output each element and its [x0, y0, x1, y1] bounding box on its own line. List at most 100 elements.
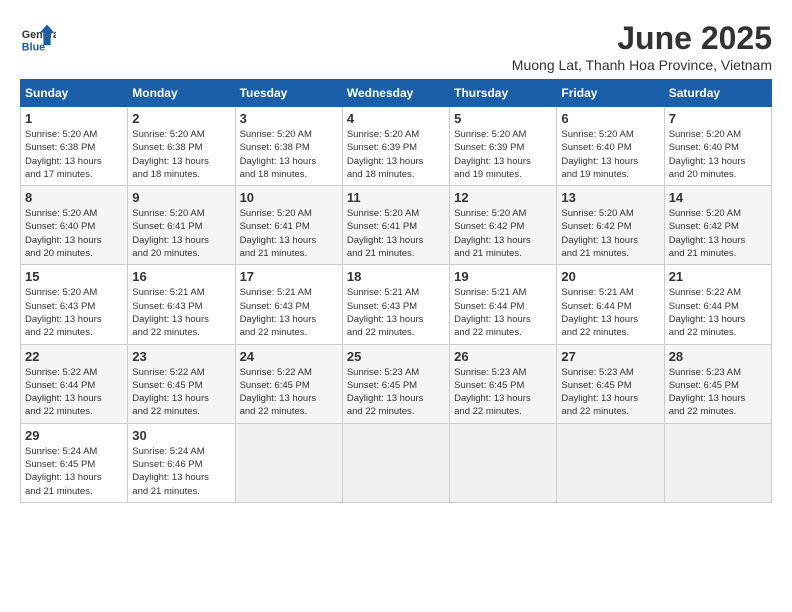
week-row-1: 1 Sunrise: 5:20 AM Sunset: 6:38 PM Daylig… — [21, 107, 772, 186]
calendar-table: SundayMondayTuesdayWednesdayThursdayFrid… — [20, 79, 772, 503]
day-number: 19 — [454, 269, 552, 284]
day-cell: 1 Sunrise: 5:20 AM Sunset: 6:38 PM Daylig… — [21, 107, 128, 186]
day-info: Sunrise: 5:20 AM Sunset: 6:38 PM Dayligh… — [25, 128, 123, 181]
day-info: Sunrise: 5:22 AM Sunset: 6:45 PM Dayligh… — [132, 366, 230, 419]
day-number: 23 — [132, 349, 230, 364]
day-info: Sunrise: 5:20 AM Sunset: 6:42 PM Dayligh… — [561, 207, 659, 260]
day-number: 1 — [25, 111, 123, 126]
day-number: 6 — [561, 111, 659, 126]
week-row-2: 8Sunrise: 5:20 AM Sunset: 6:40 PM Daylig… — [21, 186, 772, 265]
day-cell — [664, 423, 771, 502]
day-number: 25 — [347, 349, 445, 364]
day-number: 10 — [240, 190, 338, 205]
day-cell: 14 Sunrise: 5:20 AM Sunset: 6:42 PM Dayli… — [664, 186, 771, 265]
day-number: 14 — [669, 190, 767, 205]
day-info: Sunrise: 5:20 AM Sunset: 6:43 PM Dayligh… — [25, 286, 123, 339]
day-number: 24 — [240, 349, 338, 364]
day-info: Sunrise: 5:23 AM Sunset: 6:45 PM Dayligh… — [669, 366, 767, 419]
day-cell: 24Sunrise: 5:22 AM Sunset: 6:45 PM Dayli… — [235, 344, 342, 423]
calendar-body: 1 Sunrise: 5:20 AM Sunset: 6:38 PM Daylig… — [21, 107, 772, 503]
day-info: Sunrise: 5:23 AM Sunset: 6:45 PM Dayligh… — [561, 366, 659, 419]
day-info: Sunrise: 5:21 AM Sunset: 6:43 PM Dayligh… — [132, 286, 230, 339]
header-cell-tuesday: Tuesday — [235, 80, 342, 107]
day-info: Sunrise: 5:23 AM Sunset: 6:45 PM Dayligh… — [347, 366, 445, 419]
day-cell: 26 Sunrise: 5:23 AM Sunset: 6:45 PM Dayli… — [450, 344, 557, 423]
day-cell: 3 Sunrise: 5:20 AM Sunset: 6:38 PM Daylig… — [235, 107, 342, 186]
day-cell — [342, 423, 449, 502]
day-cell: 27 Sunrise: 5:23 AM Sunset: 6:45 PM Dayli… — [557, 344, 664, 423]
day-cell: 29Sunrise: 5:24 AM Sunset: 6:45 PM Dayli… — [21, 423, 128, 502]
day-number: 4 — [347, 111, 445, 126]
day-cell: 18Sunrise: 5:21 AM Sunset: 6:43 PM Dayli… — [342, 265, 449, 344]
day-cell: 19 Sunrise: 5:21 AM Sunset: 6:44 PM Dayli… — [450, 265, 557, 344]
day-cell: 8Sunrise: 5:20 AM Sunset: 6:40 PM Daylig… — [21, 186, 128, 265]
day-cell — [450, 423, 557, 502]
day-cell: 6Sunrise: 5:20 AM Sunset: 6:40 PM Daylig… — [557, 107, 664, 186]
day-number: 3 — [240, 111, 338, 126]
day-number: 15 — [25, 269, 123, 284]
day-info: Sunrise: 5:20 AM Sunset: 6:41 PM Dayligh… — [132, 207, 230, 260]
day-info: Sunrise: 5:22 AM Sunset: 6:44 PM Dayligh… — [669, 286, 767, 339]
day-cell — [557, 423, 664, 502]
day-number: 27 — [561, 349, 659, 364]
week-row-3: 15 Sunrise: 5:20 AM Sunset: 6:43 PM Dayli… — [21, 265, 772, 344]
day-cell: 2Sunrise: 5:20 AM Sunset: 6:38 PM Daylig… — [128, 107, 235, 186]
day-number: 21 — [669, 269, 767, 284]
day-info: Sunrise: 5:20 AM Sunset: 6:38 PM Dayligh… — [240, 128, 338, 181]
day-cell: 30 Sunrise: 5:24 AM Sunset: 6:46 PM Dayli… — [128, 423, 235, 502]
day-info: Sunrise: 5:21 AM Sunset: 6:43 PM Dayligh… — [240, 286, 338, 339]
day-info: Sunrise: 5:23 AM Sunset: 6:45 PM Dayligh… — [454, 366, 552, 419]
day-number: 9 — [132, 190, 230, 205]
header-cell-saturday: Saturday — [664, 80, 771, 107]
day-info: Sunrise: 5:21 AM Sunset: 6:44 PM Dayligh… — [561, 286, 659, 339]
day-number: 22 — [25, 349, 123, 364]
day-cell: 21 Sunrise: 5:22 AM Sunset: 6:44 PM Dayli… — [664, 265, 771, 344]
day-cell: 9 Sunrise: 5:20 AM Sunset: 6:41 PM Daylig… — [128, 186, 235, 265]
day-number: 17 — [240, 269, 338, 284]
header-cell-monday: Monday — [128, 80, 235, 107]
day-number: 8 — [25, 190, 123, 205]
day-info: Sunrise: 5:20 AM Sunset: 6:42 PM Dayligh… — [454, 207, 552, 260]
day-cell — [235, 423, 342, 502]
header: General Blue June 2025 Muong Lat, Thanh … — [20, 20, 772, 73]
day-number: 26 — [454, 349, 552, 364]
day-number: 2 — [132, 111, 230, 126]
day-cell: 22 Sunrise: 5:22 AM Sunset: 6:44 PM Dayli… — [21, 344, 128, 423]
day-info: Sunrise: 5:22 AM Sunset: 6:44 PM Dayligh… — [25, 366, 123, 419]
header-cell-thursday: Thursday — [450, 80, 557, 107]
day-number: 7 — [669, 111, 767, 126]
day-cell: 7 Sunrise: 5:20 AM Sunset: 6:40 PM Daylig… — [664, 107, 771, 186]
day-cell: 20 Sunrise: 5:21 AM Sunset: 6:44 PM Dayli… — [557, 265, 664, 344]
day-cell: 13 Sunrise: 5:20 AM Sunset: 6:42 PM Dayli… — [557, 186, 664, 265]
day-info: Sunrise: 5:20 AM Sunset: 6:41 PM Dayligh… — [347, 207, 445, 260]
day-number: 11 — [347, 190, 445, 205]
day-info: Sunrise: 5:20 AM Sunset: 6:40 PM Dayligh… — [669, 128, 767, 181]
calendar-title: June 2025 — [512, 20, 772, 57]
day-number: 13 — [561, 190, 659, 205]
day-number: 5 — [454, 111, 552, 126]
day-number: 30 — [132, 428, 230, 443]
day-info: Sunrise: 5:24 AM Sunset: 6:46 PM Dayligh… — [132, 445, 230, 498]
day-cell: 15 Sunrise: 5:20 AM Sunset: 6:43 PM Dayli… — [21, 265, 128, 344]
day-info: Sunrise: 5:20 AM Sunset: 6:42 PM Dayligh… — [669, 207, 767, 260]
header-cell-friday: Friday — [557, 80, 664, 107]
day-cell: 16 Sunrise: 5:21 AM Sunset: 6:43 PM Dayli… — [128, 265, 235, 344]
day-info: Sunrise: 5:20 AM Sunset: 6:41 PM Dayligh… — [240, 207, 338, 260]
day-number: 20 — [561, 269, 659, 284]
day-info: Sunrise: 5:20 AM Sunset: 6:39 PM Dayligh… — [454, 128, 552, 181]
day-cell: 25 Sunrise: 5:23 AM Sunset: 6:45 PM Dayli… — [342, 344, 449, 423]
day-cell: 28Sunrise: 5:23 AM Sunset: 6:45 PM Dayli… — [664, 344, 771, 423]
day-number: 16 — [132, 269, 230, 284]
day-cell: 17 Sunrise: 5:21 AM Sunset: 6:43 PM Dayli… — [235, 265, 342, 344]
day-number: 12 — [454, 190, 552, 205]
title-area: June 2025 Muong Lat, Thanh Hoa Province,… — [512, 20, 772, 73]
day-cell: 23 Sunrise: 5:22 AM Sunset: 6:45 PM Dayli… — [128, 344, 235, 423]
header-cell-sunday: Sunday — [21, 80, 128, 107]
day-cell: 11 Sunrise: 5:20 AM Sunset: 6:41 PM Dayli… — [342, 186, 449, 265]
day-cell: 10 Sunrise: 5:20 AM Sunset: 6:41 PM Dayli… — [235, 186, 342, 265]
svg-text:Blue: Blue — [22, 42, 45, 54]
day-cell: 5 Sunrise: 5:20 AM Sunset: 6:39 PM Daylig… — [450, 107, 557, 186]
logo-icon: General Blue — [20, 20, 56, 56]
logo: General Blue — [20, 20, 56, 56]
day-info: Sunrise: 5:21 AM Sunset: 6:44 PM Dayligh… — [454, 286, 552, 339]
